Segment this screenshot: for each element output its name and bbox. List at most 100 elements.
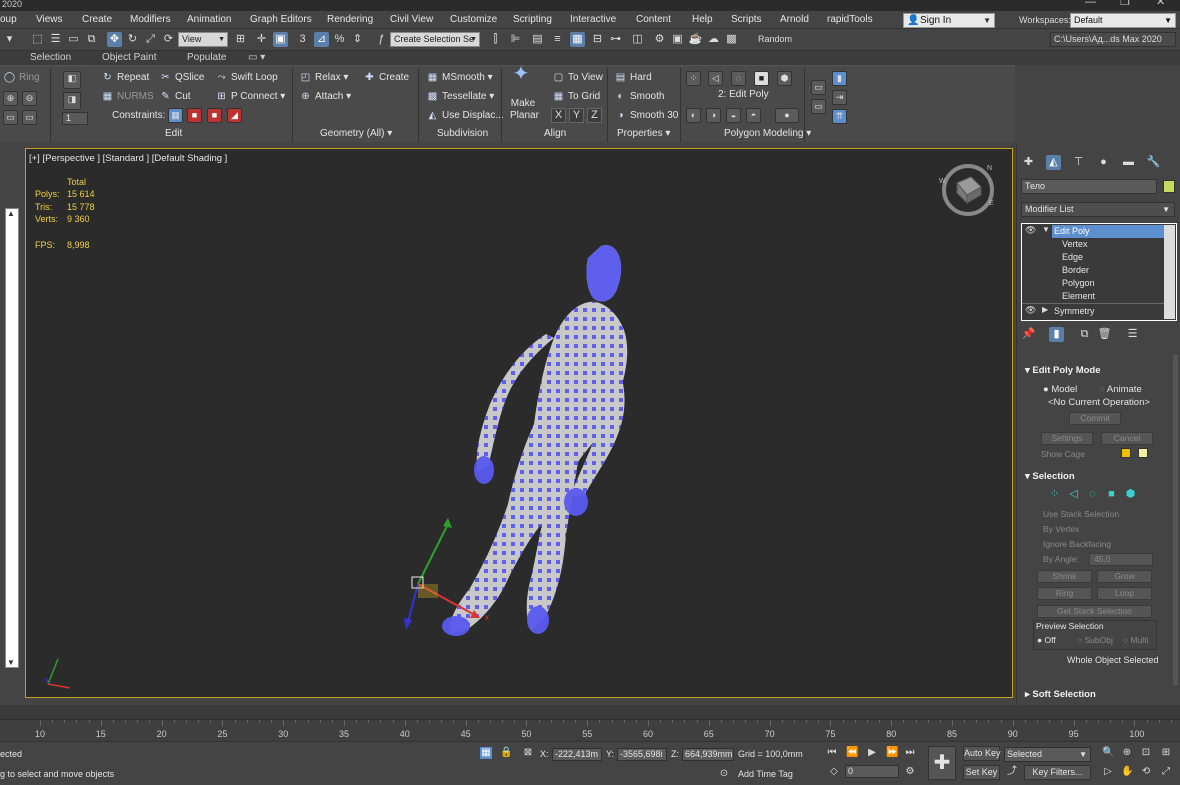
tessellate-button[interactable]: ▩ Tessellate ▾ — [426, 90, 495, 103]
project-path-field[interactable]: C:\Users\Ад...ds Max 2020 — [1050, 32, 1176, 47]
render-online-icon[interactable]: ☁ — [706, 32, 721, 47]
time-tag-icon[interactable]: ⊙ — [718, 768, 730, 780]
scale-icon[interactable]: ⤢ — [143, 32, 158, 47]
collapse-icon[interactable]: ▼ — [1042, 225, 1050, 234]
use-stack-selection-checkbox[interactable]: Use Stack Selection — [1043, 509, 1119, 519]
menu-scripting[interactable]: Scripting — [513, 14, 552, 25]
object-color-swatch[interactable] — [1163, 180, 1175, 193]
swift-loop-button[interactable]: ⤳ Swift Loop — [215, 71, 278, 84]
p-connect-button[interactable]: ⊞ P Connect ▾ — [215, 90, 285, 103]
menu-group[interactable]: oup — [0, 14, 17, 25]
eye-icon[interactable]: 👁 — [1025, 225, 1036, 236]
make-planar-button[interactable]: Make Planar — [510, 98, 539, 122]
preserve-uvs-icon[interactable]: ◧ — [63, 71, 81, 89]
random-label[interactable]: Random — [758, 34, 792, 44]
to-view-button[interactable]: ▢ To View — [552, 71, 603, 84]
restore-icon[interactable]: ❐ — [1120, 0, 1130, 8]
track-bar-ruler[interactable]: 10 15 20 25 30 35 40 45 50 55 60 65 70 75 80 85 90 95 100 — [0, 719, 1180, 741]
ribbon-extra-1-icon[interactable]: ▭ — [811, 80, 826, 95]
edit-named-sel-icon[interactable]: ƒ — [374, 32, 389, 47]
reference-coord-combo[interactable]: View ▼ — [178, 32, 228, 47]
go-to-start-icon[interactable]: ⏮ — [826, 747, 838, 759]
preview-multi-radio[interactable]: ○ Multi — [1123, 635, 1148, 645]
stack-item-polygon[interactable]: Polygon — [1062, 277, 1180, 290]
render-production-icon[interactable]: ☕ — [688, 32, 703, 47]
edge-select-icon[interactable]: ◁ — [1066, 487, 1081, 502]
ribbon-extra-3-icon[interactable]: ▮ — [832, 71, 847, 86]
smooth-button[interactable]: ◐ Smooth — [614, 90, 664, 103]
use-displace-button[interactable]: ◭ Use Displac... — [426, 109, 504, 122]
close-icon[interactable]: ✕ — [1156, 0, 1165, 8]
motion-tab-icon[interactable]: ● — [1096, 155, 1111, 170]
hard-button[interactable]: ▤ Hard — [614, 71, 652, 84]
align-icon[interactable]: ⊫ — [508, 32, 523, 47]
sign-in-dropdown[interactable]: 👤 Sign In ▼ — [903, 13, 995, 28]
planar-x-button[interactable]: X — [551, 108, 566, 123]
rect-selection-icon[interactable]: ▭ — [66, 32, 81, 47]
material-editor-icon[interactable]: ◫ — [630, 32, 645, 47]
move-gizmo[interactable]: x — [398, 514, 493, 634]
absolute-mode-icon[interactable]: ⊠ — [522, 747, 534, 759]
menu-arnold[interactable]: Arnold — [780, 14, 809, 25]
selection-header[interactable]: ▾ Selection — [1025, 471, 1075, 482]
settings-icon[interactable]: ◨ — [63, 92, 81, 110]
go-to-end-icon[interactable]: ⏭ — [904, 747, 916, 759]
constraint-none-icon[interactable]: ▦ — [168, 108, 183, 123]
lock-selection-icon[interactable]: 🔒 — [500, 747, 512, 759]
time-slider[interactable] — [0, 705, 1180, 719]
stack-item-edit-poly[interactable]: Edit Poly — [1052, 225, 1164, 238]
model-radio[interactable]: ● Model — [1043, 384, 1077, 395]
ribbon-extra-4-icon[interactable]: ⇥ — [832, 90, 847, 105]
field-of-view-icon[interactable]: ▷ — [1102, 766, 1114, 778]
isolate-selection-icon[interactable]: ▦ — [480, 747, 492, 759]
select-manipulate-icon[interactable]: ✛ — [254, 32, 269, 47]
preview-off-radio[interactable]: ● Off — [1037, 635, 1056, 645]
next-frame-icon[interactable]: ⏩ — [886, 747, 898, 759]
pm-tool-2-icon[interactable]: ◑ — [706, 108, 721, 123]
commit-button[interactable]: Commit — [1069, 412, 1121, 425]
hierarchy-tab-icon[interactable]: ⊤ — [1071, 155, 1086, 170]
menu-content[interactable]: Content — [636, 14, 671, 25]
spinner-snap-icon[interactable]: ⇕ — [350, 32, 365, 47]
menu-create[interactable]: Create — [82, 14, 112, 25]
stack-item-vertex[interactable]: Vertex — [1062, 238, 1180, 251]
soft-selection-header[interactable]: ▸ Soft Selection — [1025, 689, 1096, 700]
constraint-face-icon[interactable]: ■ — [207, 108, 222, 123]
key-mode-icon[interactable]: ◇ — [828, 766, 840, 778]
ribbon-extra-5-icon[interactable]: ⇈ — [832, 109, 847, 124]
menu-customize[interactable]: Customize — [450, 14, 497, 25]
play-icon[interactable]: ▶ — [866, 747, 878, 759]
constraint-normal-icon[interactable]: ◢ — [227, 108, 242, 123]
select-by-name-icon[interactable]: ☰ — [48, 32, 63, 47]
key-tangent-icon[interactable]: ⤴ — [1006, 766, 1018, 778]
window-crossing-icon[interactable]: ⧉ — [84, 32, 99, 47]
pan-icon[interactable]: ✋ — [1121, 766, 1133, 778]
set-key-large-icon[interactable]: ✚ — [928, 746, 956, 780]
group-properties-label[interactable]: Properties ▾ — [617, 128, 670, 139]
zoom-all-icon[interactable]: ⊕ — [1121, 747, 1133, 759]
constraint-edge-icon[interactable]: ■ — [187, 108, 202, 123]
angle-spinner[interactable]: 45,0 — [1089, 553, 1153, 566]
animate-radio[interactable]: ○ Animate — [1099, 384, 1142, 395]
vertex-select-icon[interactable]: ⁘ — [1047, 487, 1062, 502]
dropdown-arrow-icon[interactable]: ▾ — [2, 32, 17, 47]
add-time-tag-button[interactable]: Add Time Tag — [738, 769, 793, 779]
polygon-select-icon[interactable]: ■ — [1104, 487, 1119, 502]
menu-help[interactable]: Help — [692, 14, 713, 25]
pm-tool-3-icon[interactable]: ◒ — [726, 108, 741, 123]
stack-scrollbar[interactable] — [1164, 225, 1175, 319]
percent-snap-icon[interactable]: % — [332, 32, 347, 47]
key-selection-set-combo[interactable]: Selected ▼ — [1004, 747, 1091, 762]
stack-item-border[interactable]: Border — [1062, 264, 1180, 277]
repeat-button[interactable]: ↻ Repeat — [101, 71, 149, 84]
cage-color-2[interactable] — [1138, 448, 1148, 458]
pivot-icon[interactable]: ⊞ — [233, 32, 248, 47]
cage-color-1[interactable] — [1121, 448, 1131, 458]
attach-button[interactable]: ⊕ Attach ▾ — [299, 90, 351, 103]
display-tab-icon[interactable]: ▬ — [1121, 155, 1136, 170]
iterations-spinner[interactable]: 1 — [62, 112, 88, 125]
left-scrollbar[interactable]: ▲ ▼ — [5, 208, 19, 668]
tab-populate[interactable]: Populate — [187, 52, 226, 63]
planar-y-button[interactable]: Y — [569, 108, 584, 123]
remove-modifier-icon[interactable]: 🗑 — [1097, 327, 1112, 342]
